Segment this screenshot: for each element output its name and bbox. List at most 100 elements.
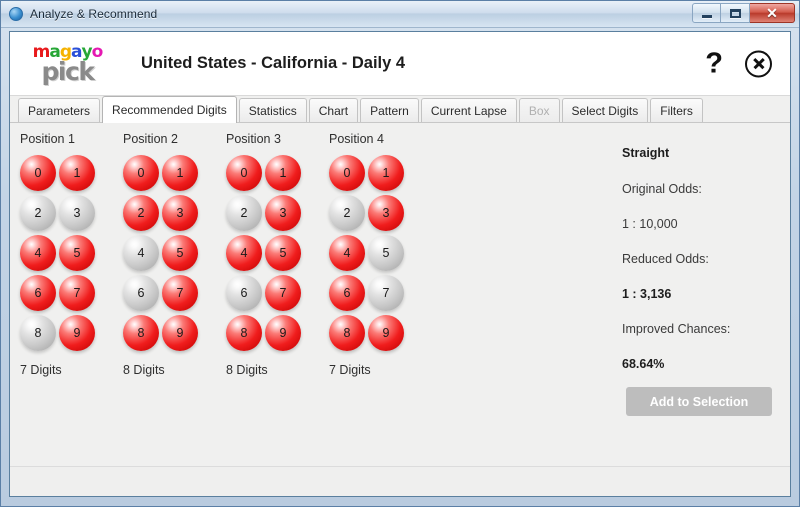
digit-ball-7[interactable]: 7 bbox=[162, 275, 198, 311]
tab-recommended-digits[interactable]: Recommended Digits bbox=[102, 96, 237, 123]
digit-ball-1[interactable]: 1 bbox=[265, 155, 301, 191]
digit-ball-0[interactable]: 0 bbox=[20, 155, 56, 191]
tab-filters[interactable]: Filters bbox=[650, 98, 703, 122]
digit-ball-2[interactable]: 2 bbox=[123, 195, 159, 231]
play-type-label: Straight bbox=[622, 146, 670, 160]
digit-ball-label: 6 bbox=[343, 286, 351, 300]
digit-ball-1[interactable]: 1 bbox=[368, 155, 404, 191]
digit-ball-8[interactable]: 8 bbox=[226, 315, 262, 351]
digit-ball-5[interactable]: 5 bbox=[368, 235, 404, 271]
app-header: magayo pick United States - California -… bbox=[10, 32, 790, 96]
digit-ball-9[interactable]: 9 bbox=[59, 315, 95, 351]
digit-ball-label: 9 bbox=[73, 326, 81, 340]
digit-ball-8[interactable]: 8 bbox=[123, 315, 159, 351]
reduced-odds-label: Reduced Odds: bbox=[622, 252, 709, 266]
digit-ball-4[interactable]: 4 bbox=[226, 235, 262, 271]
position-heading: Position 3 bbox=[226, 132, 281, 146]
improved-chances-value: 68.64% bbox=[622, 357, 665, 371]
footer-strip bbox=[10, 466, 790, 496]
digit-ball-4[interactable]: 4 bbox=[329, 235, 365, 271]
reduced-odds-value: 1 : 3,136 bbox=[622, 287, 672, 301]
help-icon[interactable]: ? bbox=[705, 49, 723, 78]
digit-ball-label: 2 bbox=[343, 206, 351, 220]
digit-ball-8[interactable]: 8 bbox=[20, 315, 56, 351]
digit-ball-5[interactable]: 5 bbox=[59, 235, 95, 271]
digit-ball-3[interactable]: 3 bbox=[162, 195, 198, 231]
tab-bar: Parameters Recommended Digits Statistics Ch… bbox=[10, 96, 790, 123]
digit-ball-label: 0 bbox=[34, 166, 42, 180]
digit-ball-label: 2 bbox=[240, 206, 248, 220]
digit-ball-label: 4 bbox=[34, 246, 42, 260]
digit-ball-0[interactable]: 0 bbox=[226, 155, 262, 191]
position-heading: Position 4 bbox=[329, 132, 384, 146]
digit-ball-label: 0 bbox=[343, 166, 351, 180]
logo-letter-5: o bbox=[91, 41, 104, 62]
digit-ball-label: 9 bbox=[176, 326, 184, 340]
digit-ball-2[interactable]: 2 bbox=[20, 195, 56, 231]
content-pane: Position 1 0 1 2 3 4 5 6 7 8 9 7 Digits Position 2 0 1… bbox=[10, 124, 790, 466]
digit-ball-label: 6 bbox=[240, 286, 248, 300]
digit-ball-5[interactable]: 5 bbox=[162, 235, 198, 271]
digit-ball-9[interactable]: 9 bbox=[265, 315, 301, 351]
digit-ball-grid: 0 1 2 3 4 5 6 7 8 9 bbox=[226, 155, 329, 355]
digit-ball-7[interactable]: 7 bbox=[368, 275, 404, 311]
digit-ball-0[interactable]: 0 bbox=[123, 155, 159, 191]
digit-ball-2[interactable]: 2 bbox=[226, 195, 262, 231]
digit-ball-6[interactable]: 6 bbox=[329, 275, 365, 311]
digit-ball-grid: 0 1 2 3 4 5 6 7 8 9 bbox=[123, 155, 226, 355]
position-column-2: Position 2 0 1 2 3 4 5 6 7 8 9 8 Digits bbox=[123, 132, 226, 377]
tab-pattern[interactable]: Pattern bbox=[360, 98, 419, 122]
original-odds-label: Original Odds: bbox=[622, 182, 702, 196]
digit-ball-label: 2 bbox=[137, 206, 145, 220]
original-odds-value: 1 : 10,000 bbox=[622, 217, 678, 231]
window-title: Analyze & Recommend bbox=[30, 7, 158, 21]
positions-grid: Position 1 0 1 2 3 4 5 6 7 8 9 7 Digits Position 2 0 1… bbox=[20, 132, 432, 377]
digit-ball-2[interactable]: 2 bbox=[329, 195, 365, 231]
digit-ball-6[interactable]: 6 bbox=[226, 275, 262, 311]
minimize-button[interactable] bbox=[692, 3, 721, 23]
digit-ball-1[interactable]: 1 bbox=[59, 155, 95, 191]
digit-ball-label: 8 bbox=[34, 326, 42, 340]
digit-ball-4[interactable]: 4 bbox=[123, 235, 159, 271]
digit-ball-6[interactable]: 6 bbox=[123, 275, 159, 311]
tab-parameters[interactable]: Parameters bbox=[18, 98, 101, 122]
digit-ball-1[interactable]: 1 bbox=[162, 155, 198, 191]
digit-ball-3[interactable]: 3 bbox=[368, 195, 404, 231]
close-circle-icon[interactable] bbox=[745, 50, 772, 77]
digit-ball-label: 3 bbox=[382, 206, 390, 220]
odds-info-panel: Straight Original Odds: 1 : 10,000 Reduc… bbox=[622, 146, 772, 392]
digit-ball-9[interactable]: 9 bbox=[162, 315, 198, 351]
tab-select-digits[interactable]: Select Digits bbox=[561, 98, 649, 122]
digit-ball-3[interactable]: 3 bbox=[59, 195, 95, 231]
position-column-3: Position 3 0 1 2 3 4 5 6 7 8 9 8 Digits bbox=[226, 132, 329, 377]
window-controls: ✕ bbox=[692, 3, 795, 23]
digit-count-label: 8 Digits bbox=[226, 363, 268, 377]
digit-ball-0[interactable]: 0 bbox=[329, 155, 365, 191]
maximize-button[interactable] bbox=[721, 3, 750, 23]
digit-ball-label: 1 bbox=[382, 166, 390, 180]
digit-ball-8[interactable]: 8 bbox=[329, 315, 365, 351]
add-to-selection-button[interactable]: Add to Selection bbox=[626, 387, 772, 416]
tab-current-lapse[interactable]: Current Lapse bbox=[420, 98, 517, 122]
digit-ball-5[interactable]: 5 bbox=[265, 235, 301, 271]
digit-ball-label: 1 bbox=[176, 166, 184, 180]
digit-ball-label: 7 bbox=[279, 286, 287, 300]
digit-ball-label: 5 bbox=[382, 246, 390, 260]
digit-ball-9[interactable]: 9 bbox=[368, 315, 404, 351]
digit-ball-7[interactable]: 7 bbox=[59, 275, 95, 311]
digit-ball-4[interactable]: 4 bbox=[20, 235, 56, 271]
digit-ball-label: 7 bbox=[176, 286, 184, 300]
tab-statistics[interactable]: Statistics bbox=[238, 98, 307, 122]
app-circle-icon bbox=[9, 7, 23, 21]
digit-ball-3[interactable]: 3 bbox=[265, 195, 301, 231]
improved-chances-label: Improved Chances: bbox=[622, 322, 731, 336]
window-close-button[interactable]: ✕ bbox=[750, 3, 795, 23]
digit-ball-label: 3 bbox=[279, 206, 287, 220]
position-column-4: Position 4 0 1 2 3 4 5 6 7 8 9 7 Digits bbox=[329, 132, 432, 377]
tab-chart[interactable]: Chart bbox=[308, 98, 359, 122]
digit-ball-label: 9 bbox=[382, 326, 390, 340]
digit-ball-6[interactable]: 6 bbox=[20, 275, 56, 311]
digit-ball-7[interactable]: 7 bbox=[265, 275, 301, 311]
title-bar: Analyze & Recommend ✕ bbox=[1, 1, 799, 28]
digit-ball-label: 8 bbox=[137, 326, 145, 340]
